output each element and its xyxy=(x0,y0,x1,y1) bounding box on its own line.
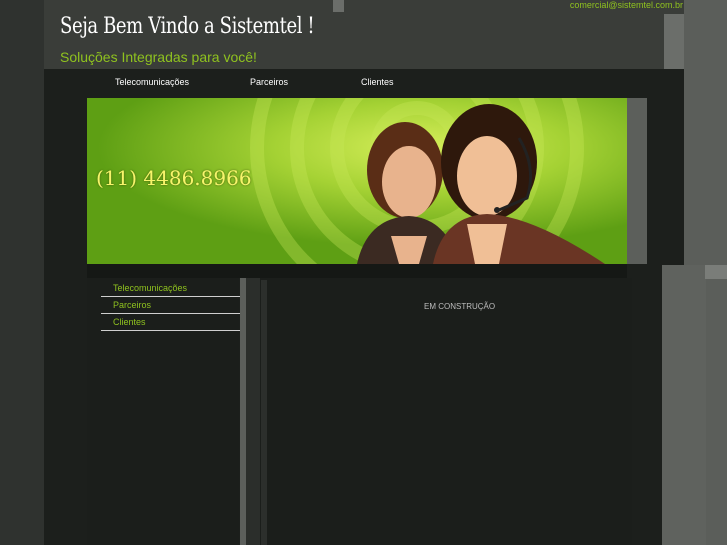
background-block xyxy=(662,265,706,545)
background-strip xyxy=(333,0,344,12)
main-content xyxy=(260,278,632,545)
banner-edge xyxy=(627,98,647,264)
banner-footer-strip xyxy=(87,264,627,278)
background-block xyxy=(705,265,727,279)
sidebar-gap xyxy=(246,278,260,545)
sidebar-item-telecomunicacoes[interactable]: Telecomunicações xyxy=(101,280,240,297)
contact-email-link[interactable]: comercial@sistemtel.com.br xyxy=(570,0,683,10)
sidebar-item-parceiros[interactable]: Parceiros xyxy=(101,297,240,314)
background-strip xyxy=(664,14,684,69)
content-border xyxy=(261,280,267,545)
under-construction-text: EM CONSTRUÇÃO xyxy=(424,302,496,311)
nav-item-clientes[interactable]: Clientes xyxy=(361,77,394,87)
sidebar-item-clientes[interactable]: Clientes xyxy=(101,314,240,331)
nav-item-parceiros[interactable]: Parceiros xyxy=(250,77,288,87)
nav-item-telecomunicacoes[interactable]: Telecomunicações xyxy=(115,77,189,87)
background-left-panel xyxy=(0,0,44,545)
phone-number: (11) 4486.8966 xyxy=(96,166,252,190)
site-title: Seja Bem Vindo a Sistemtel ! xyxy=(60,14,315,39)
site-subtitle: Soluções Integradas para você! xyxy=(60,49,257,65)
